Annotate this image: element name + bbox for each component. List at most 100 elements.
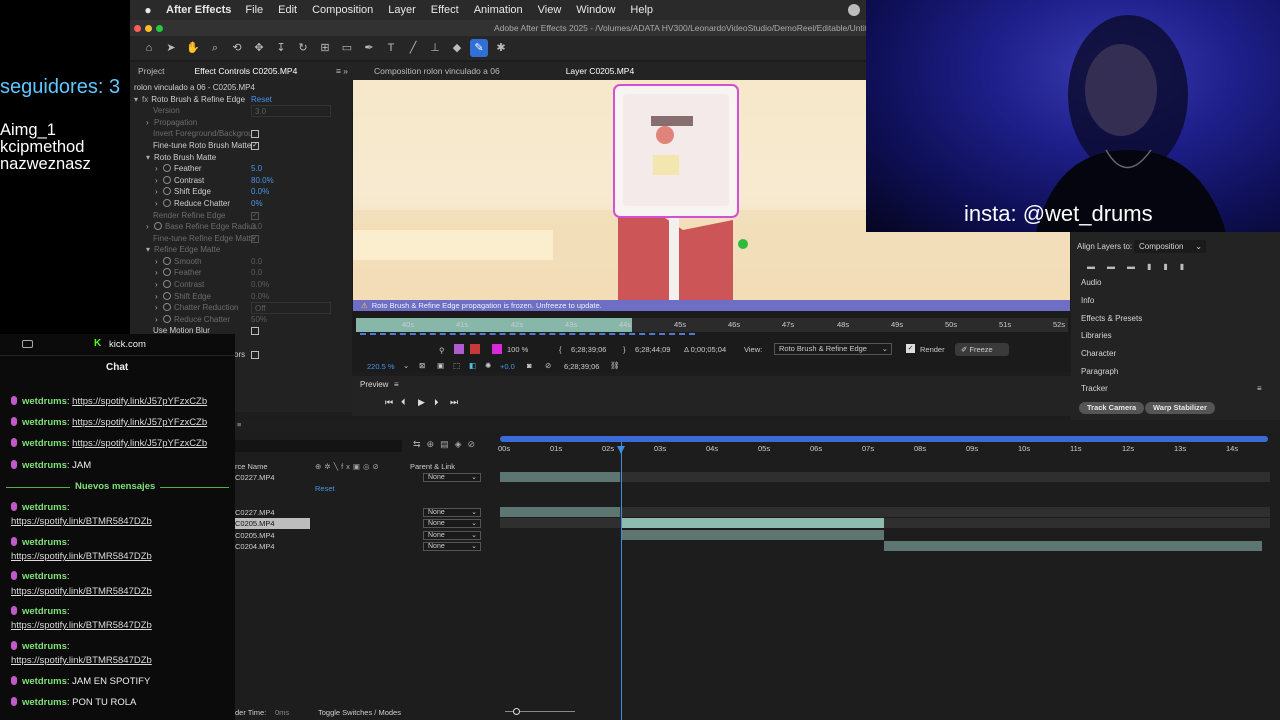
exposure-value[interactable]: +0.0 [500,362,515,371]
play-icon[interactable]: ▶ [418,397,425,408]
fx-version-select[interactable]: 3.0 [251,105,331,117]
chat-username[interactable]: wetdrums [22,438,67,449]
layer-bar[interactable] [884,541,1262,551]
menu-edit[interactable]: Edit [278,4,297,16]
chat-link[interactable]: https://spotify.link/J57pYFzxCZb [72,396,207,407]
fx-render-refine-checkbox[interactable]: ✓ [251,212,259,220]
timeline-zoom-slider[interactable] [505,708,575,716]
orbit-tool-icon[interactable]: ⟲ [228,39,246,57]
roto-brush-tool-icon[interactable]: ✎ [470,39,488,57]
chat-link[interactable]: https://spotify.link/BTMR5847DZb [11,551,152,562]
panel-libraries[interactable]: Libraries [1081,331,1112,340]
selection-tool-icon[interactable]: ➤ [162,39,180,57]
fx-feather-row[interactable]: › Feather [155,163,202,175]
stopwatch-icon[interactable] [163,303,171,311]
pen-tool-icon[interactable]: ✒ [360,39,378,57]
panel-character[interactable]: Character [1081,349,1116,358]
preview-menu-icon[interactable]: ≡ [394,380,399,389]
panel-tracker[interactable]: Tracker [1081,384,1108,393]
color-management-icon[interactable]: ✺ [485,361,491,370]
fx-finetune-refine-checkbox[interactable]: ✓ [251,235,259,243]
source-name-header[interactable]: rce Name [235,462,268,471]
menu-view[interactable]: View [538,4,562,16]
fx-reduce-chatter-row[interactable]: › Reduce Chatter [155,198,230,210]
fx-chatter-reduction-select[interactable]: Off [251,302,331,314]
fx-refine-shift-value[interactable]: 0.0% [251,291,269,303]
chat-site[interactable]: kick.com [109,339,146,350]
fx-roto-matte-group[interactable]: ▾ Roto Brush Matte [146,152,216,164]
pin-icon[interactable]: ⚲ [439,346,445,355]
panel-info[interactable]: Info [1081,296,1094,305]
chat-username[interactable]: wetdrums [22,460,67,471]
fx-invert-checkbox[interactable] [251,130,259,138]
pan-behind-tool-icon[interactable]: ⊞ [316,39,334,57]
puppet-tool-icon[interactable]: ✱ [492,39,510,57]
menu-app-name[interactable]: After Effects [166,4,231,16]
freeze-button[interactable]: ✐ Freeze [955,343,1009,356]
rectangle-tool-icon[interactable]: ▭ [338,39,356,57]
overlay-color-swatch[interactable] [492,344,502,354]
fx-refine-matte-group[interactable]: ▾ Refine Edge Matte [146,244,220,256]
panel-effects-presets[interactable]: Effects & Presets [1081,314,1142,323]
fx-refine-shift-row[interactable]: › Shift Edge [155,291,211,303]
fx-contrast-value[interactable]: 80.0% [251,175,274,187]
layer-row[interactable]: C0227.MP4 None ⌄ [235,507,498,518]
slider-knob[interactable] [513,708,520,715]
roto-erase-mode-icon[interactable] [470,344,480,354]
stopwatch-icon[interactable] [154,222,162,230]
stopwatch-icon[interactable] [163,187,171,195]
chat-link[interactable]: https://spotify.link/BTMR5847DZb [11,655,152,666]
layer-row-selected[interactable]: C0205.MP4 None ⌄ [235,518,498,529]
align-buttons[interactable]: ▬▬▬▮▮▮ [1087,262,1196,271]
brush-tool-icon[interactable]: ╱ [404,39,422,57]
chevron-down-icon[interactable]: ▾ [134,94,142,106]
tab-effect-controls[interactable]: Effect Controls C0205.MP4 [186,66,305,76]
fx-base-radius-value[interactable]: 0.0 [251,221,262,233]
stopwatch-icon[interactable] [163,199,171,207]
render-checkbox[interactable]: ✓ [906,344,915,353]
chat-username[interactable]: wetdrums [22,697,67,708]
align-select[interactable]: Composition ⌄ [1134,240,1206,253]
fx-shift-edge-row[interactable]: › Shift Edge [155,186,211,198]
roto-span-ruler[interactable]: 40s 41s 42s 43s 44s 45s 46s 47s 48s 49s … [356,318,1068,335]
next-frame-icon[interactable]: ⏵ [434,397,439,408]
tab-project[interactable]: Project [130,66,172,76]
fx-propagation-group[interactable]: › Propagation [146,117,197,129]
fx-refine-contrast-row[interactable]: › Contrast [155,279,204,291]
set-in-icon[interactable]: { [559,345,562,354]
stopwatch-icon[interactable] [163,292,171,300]
track-camera-button[interactable]: Track Camera [1079,402,1145,414]
timeline-menu-icon[interactable]: ≡ [237,420,241,429]
playhead-handle-icon[interactable] [617,446,625,454]
layer-bar-selected[interactable] [622,518,884,528]
tab-composition[interactable]: Composition rolon vinculado a 06 [366,66,508,76]
stopwatch-icon[interactable] [163,257,171,265]
set-out-icon[interactable]: } [623,345,626,354]
chat-username[interactable]: wetdrums [22,396,67,407]
parent-link-header[interactable]: Parent & Link [410,462,455,471]
overlay-opacity[interactable]: 100 % [507,345,528,354]
playhead[interactable] [621,442,622,720]
zoom-window-icon[interactable] [156,24,163,32]
fx-effect-header[interactable]: ▾ fx Roto Brush & Refine Edge [134,94,245,106]
close-window-icon[interactable] [134,24,141,32]
roto-brush-mode-icon[interactable] [454,344,464,354]
dolly-tool-icon[interactable]: ↧ [272,39,290,57]
safe-margins-icon[interactable]: ⊠ [419,361,425,370]
fx-chatter-reduction-row[interactable]: › Chatter Reduction [155,302,238,314]
rotate-tool-icon[interactable]: ↻ [294,39,312,57]
chat-link[interactable]: https://spotify.link/BTMR5847DZb [11,620,152,631]
fx-motion-blur-checkbox[interactable] [251,327,259,335]
layer-row[interactable]: C0204.MP4 None ⌄ [235,541,498,552]
work-area-bar[interactable] [500,436,1268,442]
toggle-switches-modes[interactable]: Toggle Switches / Modes [318,708,401,717]
menu-animation[interactable]: Animation [474,4,523,16]
chat-link[interactable]: https://spotify.link/BTMR5847DZb [11,516,152,527]
time-in[interactable]: 6;28;39;06 [571,345,606,354]
chat-username[interactable]: wetdrums [22,606,67,617]
last-frame-icon[interactable]: ⏭ [450,397,458,408]
view-select[interactable]: Roto Brush & Refine Edge ⌄ [774,343,892,355]
stopwatch-icon[interactable] [163,268,171,276]
type-tool-icon[interactable]: T [382,39,400,57]
warp-stabilizer-button[interactable]: Warp Stabilizer [1145,402,1215,414]
